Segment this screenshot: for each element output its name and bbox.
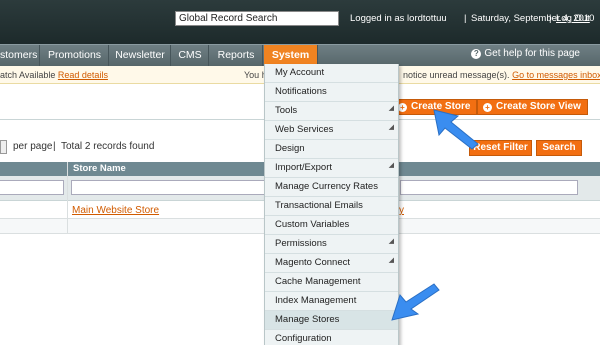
submenu-arrow-icon: ◢ [388, 105, 394, 112]
notice-left-text: atch Available [0, 70, 56, 80]
notice-left: atch Available Read details [0, 70, 108, 80]
menu-item-label: Import/Export [275, 162, 333, 173]
menu-item-permissions[interactable]: Permissions ◢ [265, 235, 398, 254]
plus-icon: + [483, 103, 492, 112]
menu-item-label: Transactional Emails [275, 200, 363, 211]
logged-in-text: Logged in as lordtottuu [350, 13, 447, 24]
menu-item-label: My Account [275, 67, 325, 78]
records-found-text: Total 2 records found [61, 141, 155, 152]
menu-item-label: Configuration [275, 333, 332, 344]
notice-right-text: notice unread message(s). [403, 70, 510, 80]
menu-item-label: Custom Variables [275, 219, 350, 230]
per-page-label: per page [13, 141, 53, 152]
nav-customers[interactable]: stomers [0, 45, 40, 66]
menu-item-label: Index Management [275, 295, 357, 306]
menu-item-label: Tools [275, 105, 298, 116]
menu-item-label: Manage Currency Rates [275, 181, 378, 192]
pointer-arrow-icon [433, 109, 479, 150]
system-dropdown-menu: My Account Notifications Tools ◢ Web Serv… [264, 64, 399, 345]
column-header-store-name[interactable]: Store Name [73, 163, 126, 174]
menu-item-web-services[interactable]: Web Services ◢ [265, 121, 398, 140]
filter-input-store-name[interactable] [71, 180, 266, 195]
menu-item-tools[interactable]: Tools ◢ [265, 102, 398, 121]
nav-cms[interactable]: CMS [172, 45, 209, 66]
plus-icon: + [398, 103, 407, 112]
nav-system[interactable]: System [264, 45, 318, 66]
nav-newsletter[interactable]: Newsletter [110, 45, 171, 66]
menu-item-custom-variables[interactable]: Custom Variables [265, 216, 398, 235]
menu-item-transactional-emails[interactable]: Transactional Emails [265, 197, 398, 216]
filter-input-website[interactable] [0, 180, 64, 195]
create-store-view-label: Create Store View [496, 101, 581, 112]
admin-header: Logged in as lordtottuu | Saturday, Sept… [0, 0, 600, 44]
header-separator: | [549, 13, 552, 24]
menu-item-label: Manage Stores [275, 314, 340, 325]
menu-item-index-management[interactable]: Index Management [265, 292, 398, 311]
menu-item-import-export[interactable]: Import/Export ◢ [265, 159, 398, 178]
menu-item-label: Web Services [275, 124, 334, 135]
help-icon: ? [471, 49, 482, 59]
menu-item-label: Cache Management [275, 276, 361, 287]
submenu-arrow-icon: ◢ [388, 238, 394, 245]
menu-item-configuration[interactable]: Configuration [265, 330, 398, 345]
nav-reports[interactable]: Reports [210, 45, 263, 66]
global-search-input[interactable] [175, 11, 339, 26]
store-view-link[interactable]: y [399, 205, 404, 216]
main-navigation: stomers Promotions Newsletter CMS Report… [0, 44, 600, 66]
create-store-view-button[interactable]: + Create Store View [477, 99, 588, 115]
menu-item-label: Design [275, 143, 305, 154]
nav-promotions[interactable]: Promotions [41, 45, 109, 66]
filter-input-store-view[interactable] [400, 180, 578, 195]
submenu-arrow-icon: ◢ [388, 162, 394, 169]
header-separator: | [464, 13, 467, 24]
read-details-link[interactable]: Read details [58, 70, 108, 80]
help-link-label: Get help for this page [484, 48, 580, 59]
messages-inbox-link[interactable]: Go to messages inbox [512, 70, 600, 80]
menu-item-design[interactable]: Design [265, 140, 398, 159]
submenu-arrow-icon: ◢ [388, 257, 394, 264]
notice-right: notice unread message(s). Go to messages… [403, 70, 600, 80]
menu-item-my-account[interactable]: My Account [265, 64, 398, 83]
submenu-arrow-icon: ◢ [388, 124, 394, 131]
logout-link[interactable]: Log Out [556, 13, 590, 24]
pointer-arrow-icon [391, 283, 440, 321]
menu-item-magento-connect[interactable]: Magento Connect ◢ [265, 254, 398, 273]
column-divider [67, 162, 68, 234]
menu-item-label: Magento Connect [275, 257, 350, 268]
search-button[interactable]: Search [536, 140, 582, 156]
help-link[interactable]: ? Get help for this page [471, 48, 580, 59]
menu-item-notifications[interactable]: Notifications [265, 83, 398, 102]
menu-item-manage-currency-rates[interactable]: Manage Currency Rates [265, 178, 398, 197]
menu-item-cache-management[interactable]: Cache Management [265, 273, 398, 292]
pager-separator: | [53, 141, 56, 152]
menu-item-manage-stores[interactable]: Manage Stores [265, 311, 398, 330]
menu-item-label: Permissions [275, 238, 327, 249]
store-name-link[interactable]: Main Website Store [72, 205, 159, 216]
menu-item-label: Notifications [275, 86, 327, 97]
per-page-select[interactable] [0, 140, 7, 154]
